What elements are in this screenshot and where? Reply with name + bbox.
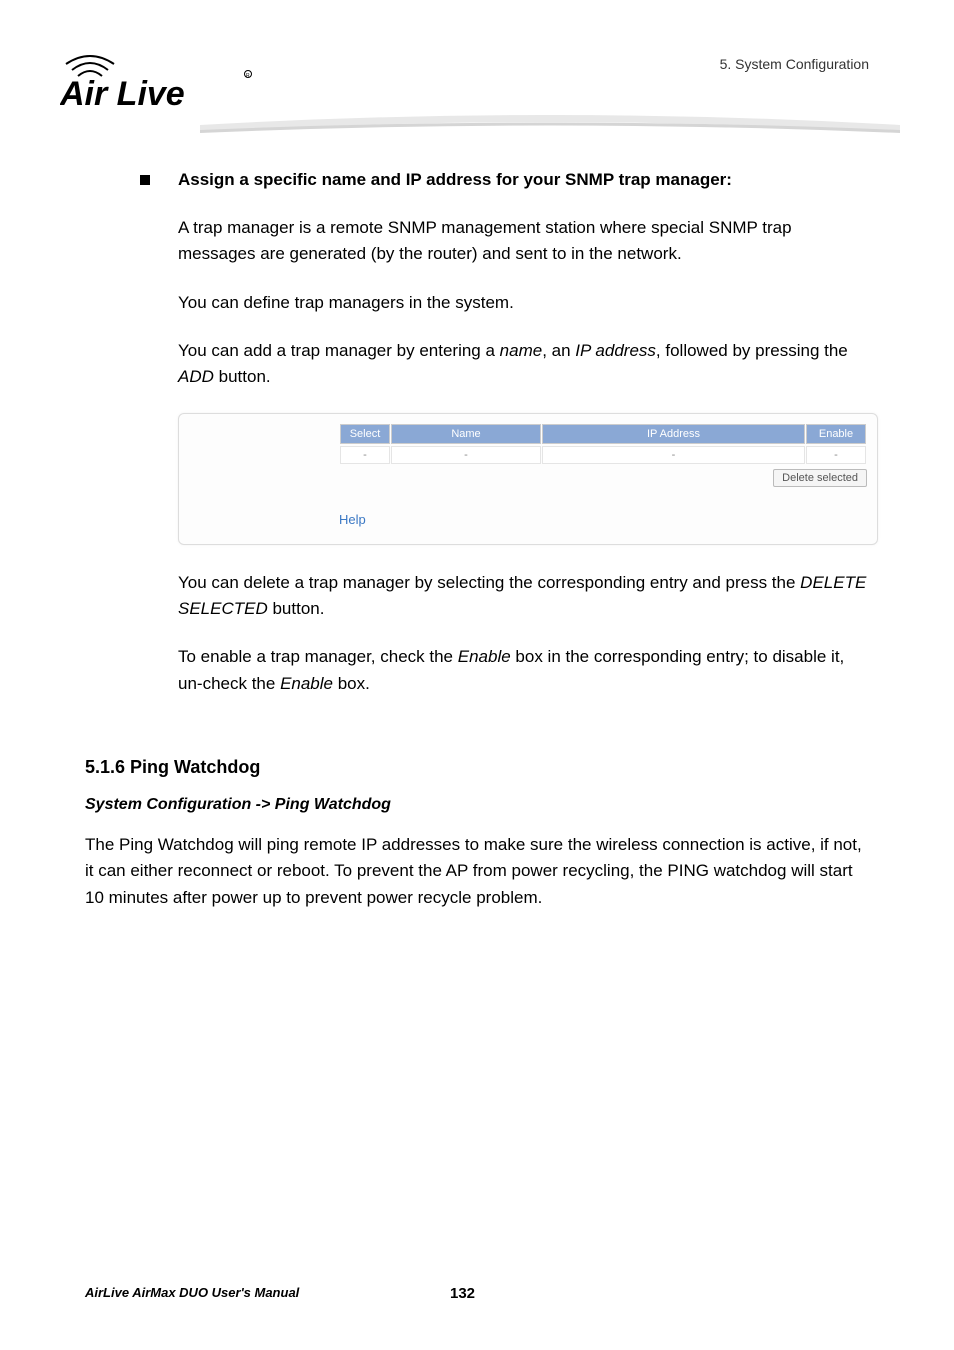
table-row[interactable]: - - - - [340,446,866,464]
paragraph-trap-intro: A trap manager is a remote SNMP manageme… [178,215,869,268]
col-enable: Enable [806,424,866,444]
col-ip: IP Address [542,424,805,444]
paragraph-enable-trap: To enable a trap manager, check the Enab… [178,644,869,697]
help-link[interactable]: Help [339,512,366,527]
bullet-icon [140,175,150,185]
footer-page-number: 132 [450,1285,475,1302]
breadcrumb-path: System Configuration -> Ping Watchdog [85,796,869,814]
delete-selected-button[interactable]: Delete selected [773,469,867,487]
paragraph-add-trap: You can add a trap manager by entering a… [178,338,869,391]
paragraph-define: You can define trap managers in the syst… [178,290,869,316]
paragraph-ping-watchdog: The Ping Watchdog will ping remote IP ad… [85,832,869,911]
paragraph-delete-trap: You can delete a trap manager by selecti… [178,570,869,623]
section-heading-ping-watchdog: 5.1.6 Ping Watchdog [85,757,869,778]
bullet-heading: Assign a specific name and IP address fo… [178,170,732,190]
screenshot-trap-manager-table: Select Name IP Address Enable - - - - [178,413,878,545]
trap-manager-table: Select Name IP Address Enable - - - - [339,422,867,466]
col-name: Name [391,424,541,444]
footer-manual-title: AirLive AirMax DUO User's Manual [85,1285,299,1300]
col-select: Select [340,424,390,444]
